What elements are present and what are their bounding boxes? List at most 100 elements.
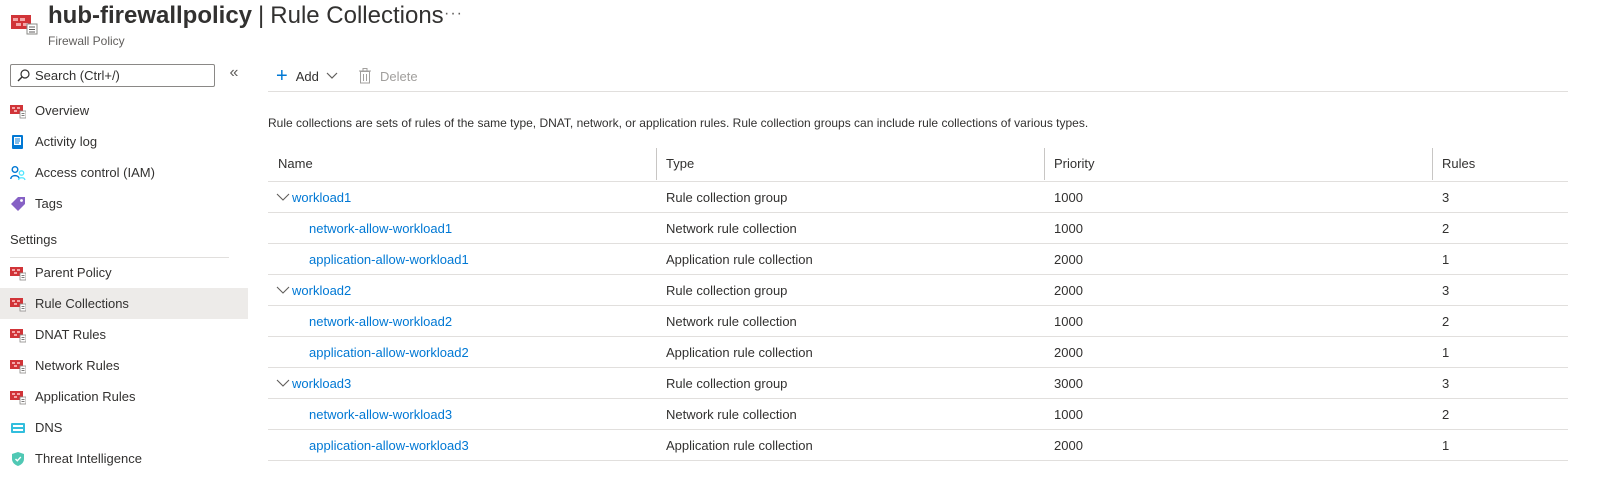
table-row[interactable]: network-allow-workload1 Network rule col… <box>268 213 1568 244</box>
rule-collections-grid: Name Type Priority Rules workload1 Rule … <box>268 146 1568 461</box>
plus-icon: + <box>276 65 288 87</box>
search-input[interactable] <box>35 68 205 83</box>
name-cell: workload1 <box>268 182 656 212</box>
menu-item-access-control[interactable]: Access control (IAM) <box>0 157 248 188</box>
people-icon <box>10 165 26 180</box>
firewall-policy-icon <box>10 297 26 311</box>
menu-item-network-rules[interactable]: Network Rules <box>0 350 248 381</box>
collection-name-link[interactable]: application-allow-workload2 <box>309 345 469 360</box>
type-cell: Application rule collection <box>666 437 813 453</box>
menu-item-label: Network Rules <box>35 358 120 373</box>
menu-item-dns[interactable]: DNS <box>0 412 248 443</box>
title-separator: | <box>258 2 265 29</box>
name-cell: network-allow-workload3 <box>268 399 656 429</box>
name-cell: application-allow-workload1 <box>268 244 656 274</box>
firewall-policy-icon <box>10 266 26 280</box>
collection-name-link[interactable]: network-allow-workload2 <box>309 314 452 329</box>
menu-item-label: Parent Policy <box>35 265 112 280</box>
menu-item-threat-intelligence[interactable]: Threat Intelligence <box>0 443 248 474</box>
table-row[interactable]: network-allow-workload3 Network rule col… <box>268 399 1568 430</box>
menu-item-label: Tags <box>35 196 63 211</box>
firewall-policy-icon <box>11 15 38 35</box>
menu-item-label: Application Rules <box>35 389 136 404</box>
menu-item-dnat-rules[interactable]: DNAT Rules <box>0 319 248 350</box>
group-name-link[interactable]: workload3 <box>292 376 351 391</box>
menu-item-rule-collections[interactable]: Rule Collections <box>0 288 248 319</box>
add-button[interactable]: + Add <box>276 64 338 88</box>
table-row[interactable]: network-allow-workload2 Network rule col… <box>268 306 1568 337</box>
delete-button[interactable]: Delete <box>358 64 418 88</box>
priority-cell: 2000 <box>1054 344 1083 360</box>
table-row[interactable]: workload1 Rule collection group 1000 3 <box>268 182 1568 213</box>
resource-menu: « Overview Activity log <box>0 60 248 503</box>
type-cell: Network rule collection <box>666 220 797 236</box>
menu-item-activity-log[interactable]: Activity log <box>0 126 248 157</box>
table-row[interactable]: workload2 Rule collection group 2000 3 <box>268 275 1568 306</box>
menu-item-parent-policy[interactable]: Parent Policy <box>0 257 248 288</box>
table-row[interactable]: application-allow-workload1 Application … <box>268 244 1568 275</box>
rules-cell: 1 <box>1442 251 1450 267</box>
priority-cell: 1000 <box>1054 220 1083 236</box>
dns-icon <box>11 422 25 433</box>
column-header-rules[interactable]: Rules <box>1432 146 1568 181</box>
menu-list: Overview Activity log Access control (IA… <box>0 95 248 474</box>
collection-name-link[interactable]: network-allow-workload1 <box>309 221 452 236</box>
priority-cell: 1000 <box>1054 406 1083 422</box>
name-cell: application-allow-workload3 <box>268 430 656 460</box>
menu-item-label: DNS <box>35 420 63 435</box>
priority-cell: 3000 <box>1054 375 1083 391</box>
menu-item-label: Rule Collections <box>35 296 129 311</box>
page-description: Rule collections are sets of rules of th… <box>268 116 1089 130</box>
table-row[interactable]: workload3 Rule collection group 3000 3 <box>268 368 1568 399</box>
rules-cell: 3 <box>1442 189 1450 205</box>
priority-cell: 2000 <box>1054 251 1083 267</box>
firewall-policy-icon <box>10 359 26 373</box>
more-options-button[interactable]: ··· <box>444 5 463 23</box>
collapse-menu-button[interactable]: « <box>226 65 242 82</box>
rules-cell: 2 <box>1442 406 1450 422</box>
group-name-link[interactable]: workload1 <box>292 190 351 205</box>
rules-cell: 2 <box>1442 313 1450 329</box>
type-cell: Application rule collection <box>666 251 813 267</box>
collection-name-link[interactable]: application-allow-workload3 <box>309 438 469 453</box>
column-header-name[interactable]: Name <box>268 146 656 181</box>
name-cell: application-allow-workload2 <box>268 337 656 367</box>
menu-item-application-rules[interactable]: Application Rules <box>0 381 248 412</box>
menu-search[interactable] <box>10 64 215 87</box>
chevron-down-icon[interactable] <box>276 376 290 390</box>
priority-cell: 1000 <box>1054 189 1083 205</box>
menu-item-label: Overview <box>35 103 90 118</box>
collection-name-link[interactable]: network-allow-workload3 <box>309 407 452 422</box>
rules-cell: 1 <box>1442 437 1450 453</box>
blade-header: hub-firewallpolicy | Rule Collections ··… <box>0 0 1615 56</box>
name-cell: network-allow-workload2 <box>268 306 656 336</box>
delete-label: Delete <box>380 68 418 84</box>
type-cell: Network rule collection <box>666 406 797 422</box>
menu-item-tags[interactable]: Tags <box>0 188 248 219</box>
type-cell: Rule collection group <box>666 282 788 298</box>
type-cell: Rule collection group <box>666 189 788 205</box>
type-cell: Application rule collection <box>666 344 813 360</box>
menu-item-overview[interactable]: Overview <box>0 95 248 126</box>
section-header-settings: Settings <box>0 219 248 258</box>
column-header-type[interactable]: Type <box>656 146 1044 181</box>
type-cell: Network rule collection <box>666 313 797 329</box>
group-name-link[interactable]: workload2 <box>292 283 351 298</box>
collection-name-link[interactable]: application-allow-workload1 <box>309 252 469 267</box>
rules-cell: 1 <box>1442 344 1450 360</box>
section-divider <box>10 257 229 258</box>
name-cell: workload2 <box>268 275 656 305</box>
menu-item-label: Activity log <box>35 134 98 149</box>
table-row[interactable]: application-allow-workload2 Application … <box>268 337 1568 368</box>
firewall-policy-icon <box>10 390 26 404</box>
column-header-priority[interactable]: Priority <box>1044 146 1432 181</box>
chevron-down-icon[interactable] <box>276 283 290 297</box>
table-row[interactable]: application-allow-workload3 Application … <box>268 430 1568 461</box>
priority-cell: 2000 <box>1054 437 1083 453</box>
rules-cell: 2 <box>1442 220 1450 236</box>
chevron-down-icon[interactable] <box>276 190 290 204</box>
command-bar: + Add Delete <box>268 60 1568 92</box>
name-cell: workload3 <box>268 368 656 398</box>
content-pane: + Add Delete Rule collections are sets o… <box>268 60 1615 503</box>
menu-item-label: Access control (IAM) <box>35 165 155 180</box>
